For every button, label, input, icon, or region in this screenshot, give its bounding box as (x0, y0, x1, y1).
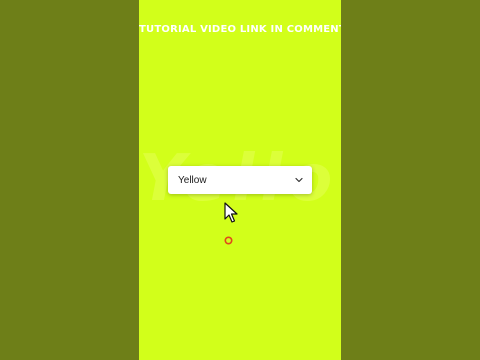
chevron-down-icon (295, 177, 303, 183)
dropdown-selected-value: Yellow (178, 174, 207, 186)
tutorial-banner: TUTORIAL VIDEO LINK IN COMMENTS (139, 24, 341, 35)
right-letterbox (341, 0, 480, 360)
left-letterbox (0, 0, 139, 360)
color-select-dropdown[interactable]: Yellow (168, 166, 312, 194)
mouse-cursor-icon (224, 202, 238, 223)
click-ring-icon (224, 236, 233, 245)
video-stage: TUTORIAL VIDEO LINK IN COMMENTS Yellow Y… (139, 0, 341, 360)
